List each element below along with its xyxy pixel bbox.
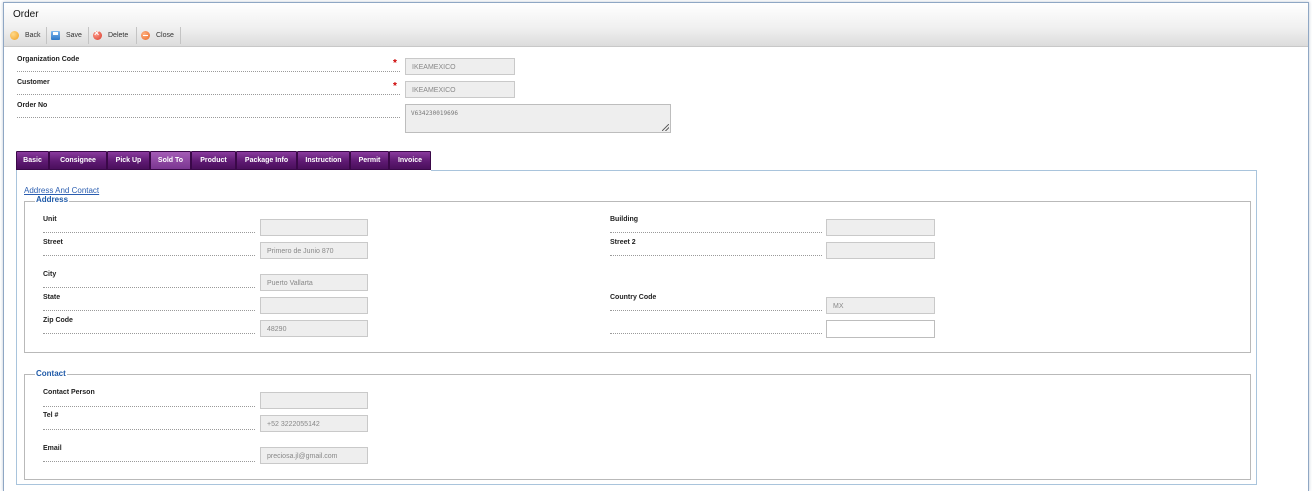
tab-invoice[interactable]: Invoice [389, 151, 431, 170]
customer-label: Customer [17, 79, 50, 86]
tab-instruction[interactable]: Instruction [297, 151, 350, 170]
country-code-label: Country Code [610, 294, 657, 301]
tab-pick-up[interactable]: Pick Up [107, 151, 150, 170]
dotted-divider [17, 117, 400, 118]
tab-panel-border [431, 170, 1257, 171]
delete-label: Delete [108, 32, 129, 39]
dotted-divider [43, 232, 255, 233]
customer-field[interactable]: IKEAMEXICO [405, 81, 515, 98]
building-field[interactable] [826, 219, 935, 236]
dotted-divider [17, 94, 400, 95]
state-label: State [43, 294, 61, 301]
toolbar: Back Save Delete Close [4, 26, 1308, 47]
contact-person-label: Contact Person [43, 389, 95, 396]
order-no-textarea[interactable]: V634230019696 [405, 104, 671, 133]
dotted-divider [43, 333, 255, 334]
unit-label: Unit [43, 216, 57, 223]
delete-icon [93, 28, 102, 40]
dotted-divider [610, 333, 822, 334]
street-label: Street [43, 239, 63, 246]
dotted-divider [43, 287, 255, 288]
dotted-divider [43, 406, 255, 407]
address-contact-link[interactable]: Address And Contact [24, 186, 99, 195]
dotted-divider [610, 232, 822, 233]
order-no-value: V634230019696 [411, 110, 458, 117]
tab-permit[interactable]: Permit [350, 151, 389, 170]
extra-field[interactable] [826, 320, 935, 338]
close-button[interactable]: Close [137, 27, 181, 44]
required-marker: * [393, 58, 397, 69]
save-button[interactable]: Save [47, 27, 89, 44]
city-field[interactable]: Puerto Vallarta [260, 274, 368, 291]
contact-fieldset [24, 374, 1251, 480]
unit-field[interactable] [260, 219, 368, 236]
street-field[interactable]: Primero de Junio 870 [260, 242, 368, 259]
email-label: Email [43, 445, 62, 452]
required-marker: * [393, 81, 397, 92]
zip-code-field[interactable]: 48290 [260, 320, 368, 337]
email-field[interactable]: preciosa.jl@gmail.com [260, 447, 368, 464]
country-code-field[interactable]: MX [826, 297, 935, 314]
dotted-divider [43, 310, 255, 311]
org-code-label: Organization Code [17, 56, 80, 63]
contact-legend: Contact [35, 369, 67, 378]
delete-button[interactable]: Delete [89, 27, 137, 44]
back-button[interactable]: Back [6, 27, 47, 44]
close-icon [141, 31, 150, 40]
tel-field[interactable]: +52 3222055142 [260, 415, 368, 432]
zip-code-label: Zip Code [43, 317, 73, 324]
tel-label: Tel # [43, 412, 59, 419]
street2-label: Street 2 [610, 239, 636, 246]
tab-basic[interactable]: Basic [16, 151, 49, 170]
back-label: Back [25, 32, 41, 39]
tab-consignee[interactable]: Consignee [49, 151, 107, 170]
dotted-divider [43, 429, 255, 430]
save-label: Save [66, 32, 82, 39]
order-no-label: Order No [17, 102, 48, 109]
title-bar: Order [4, 3, 1308, 27]
address-legend: Address [35, 195, 70, 204]
tab-product[interactable]: Product [191, 151, 236, 170]
dotted-divider [43, 461, 255, 462]
org-code-field[interactable]: IKEAMEXICO [405, 58, 515, 75]
tab-sold-to[interactable]: Sold To [150, 151, 191, 170]
contact-person-field[interactable] [260, 392, 368, 409]
back-icon [10, 31, 19, 40]
close-label: Close [156, 32, 174, 39]
resize-grip-icon[interactable] [662, 124, 669, 131]
dotted-divider [610, 255, 822, 256]
building-label: Building [610, 216, 638, 223]
city-label: City [43, 271, 57, 278]
street2-field[interactable] [826, 242, 935, 259]
window-title: Order [13, 9, 39, 20]
save-icon [51, 31, 60, 40]
address-fieldset [24, 201, 1251, 353]
dotted-divider [43, 255, 255, 256]
state-field[interactable] [260, 297, 368, 314]
dotted-divider [17, 71, 400, 72]
tab-package-info[interactable]: Package Info [236, 151, 297, 170]
dotted-divider [610, 310, 822, 311]
